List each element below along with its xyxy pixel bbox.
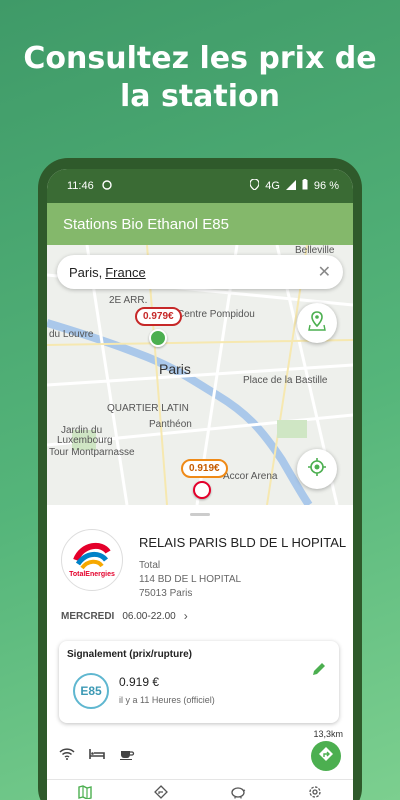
battery-icon [302, 179, 308, 193]
bottom-navigation [47, 779, 353, 800]
notification-icon [102, 179, 112, 193]
map-label-belleville: Belleville [295, 245, 335, 256]
tab-savings[interactable] [230, 785, 246, 800]
opening-hours[interactable]: MERCREDI 06.00-22.00 › [61, 609, 188, 623]
price-updated: il y a 11 Heures (officiel) [119, 695, 215, 705]
hours-range: 06.00-22.00 [122, 610, 176, 622]
totalenergies-logo-icon [73, 542, 111, 570]
price-marker-low[interactable]: 0.919€ [181, 459, 228, 478]
directions-icon [318, 746, 334, 767]
station-name: RELAIS PARIS BLD DE L HOPITAL [139, 535, 347, 550]
headline: Consultez les prix de la station [0, 40, 400, 116]
locate-me-button[interactable] [297, 449, 337, 489]
status-time: 11:46 [67, 180, 94, 192]
price-report-card: Signalement (prix/rupture) E85 0.919 € i… [59, 641, 339, 723]
network-label: 4G [265, 180, 280, 192]
coffee-icon [119, 747, 135, 765]
phone-screen: 11:46 4G 96 % Stations Bio Ethanol E85 P… [47, 169, 353, 800]
wifi-icon [59, 747, 75, 765]
map-label-paris: Paris [159, 361, 191, 377]
brand-logo-text: TotalEnergies [69, 571, 115, 578]
directions-icon [154, 785, 168, 799]
amenities [59, 747, 135, 765]
price-marker-high[interactable]: 0.979€ [135, 307, 182, 326]
bed-icon [89, 747, 105, 765]
fuel-badge: E85 [73, 673, 109, 709]
map-label-2e-arr: 2E ARR. [109, 295, 148, 306]
headline-line-2: la station [119, 79, 280, 114]
search-country: France [105, 264, 146, 280]
map-label-quartier-latin: QUARTIER LATIN [107, 403, 189, 414]
map-label-montparnasse: Tour Montparnasse [49, 447, 135, 458]
map-label-pantheon: Panthéon [149, 419, 192, 430]
map-pin-icon [308, 310, 326, 336]
piggy-bank-icon [231, 787, 246, 799]
station-address: Total 114 BD DE L HOPITAL 75013 Paris [139, 559, 241, 601]
station-city: 75013 Paris [139, 588, 193, 599]
chevron-right-icon: › [183, 609, 188, 623]
map-layers-button[interactable] [297, 303, 337, 343]
map-label-accor-arena: Accor Arena [223, 471, 278, 482]
station-brand: Total [139, 560, 161, 571]
status-bar: 11:46 4G 96 % [47, 169, 353, 203]
station-bottom-sheet[interactable]: TotalEnergies RELAIS PARIS BLD DE L HOPI… [47, 505, 353, 800]
map-icon [78, 785, 92, 800]
edit-price-icon[interactable] [311, 661, 327, 682]
fuel-price: 0.919 € [119, 675, 160, 689]
sheet-drag-handle[interactable] [190, 513, 210, 516]
hours-day: MERCREDI [61, 610, 115, 622]
report-title: Signalement (prix/rupture) [67, 649, 193, 660]
phone-frame: 11:46 4G 96 % Stations Bio Ethanol E85 P… [38, 158, 362, 800]
station-pin-icon[interactable] [149, 329, 167, 347]
map-view[interactable]: Paris, France ✕ Belleville 2E ARR. Centr… [47, 245, 353, 505]
signal-icon [285, 179, 296, 193]
station-street: 114 BD DE L HOPITAL [139, 574, 242, 585]
tab-directions[interactable] [154, 785, 168, 800]
search-city: Paris, [69, 264, 103, 280]
clear-search-icon[interactable]: ✕ [318, 262, 331, 282]
map-label-bastille: Place de la Bastille [243, 375, 328, 386]
tab-map[interactable] [78, 785, 92, 800]
search-bar[interactable]: Paris, France ✕ [57, 255, 343, 289]
brand-logo: TotalEnergies [61, 529, 123, 591]
total-station-pin-icon[interactable] [193, 481, 211, 499]
tab-settings[interactable] [308, 785, 322, 800]
map-label-luxembourg: Luxembourg [57, 435, 113, 446]
app-title: Stations Bio Ethanol E85 [63, 215, 229, 233]
map-label-pompidou: Centre Pompidou [177, 309, 255, 320]
map-label-louvre: du Louvre [49, 329, 94, 340]
headline-line-1: Consultez les prix de [23, 41, 377, 76]
crosshair-icon [307, 457, 327, 482]
battery-level: 96 % [313, 180, 339, 192]
location-icon [249, 178, 260, 193]
app-bar: Stations Bio Ethanol E85 [47, 203, 353, 245]
distance-label: 13,3km [313, 729, 343, 739]
navigate-button[interactable] [311, 741, 341, 771]
settings-icon [309, 786, 321, 798]
